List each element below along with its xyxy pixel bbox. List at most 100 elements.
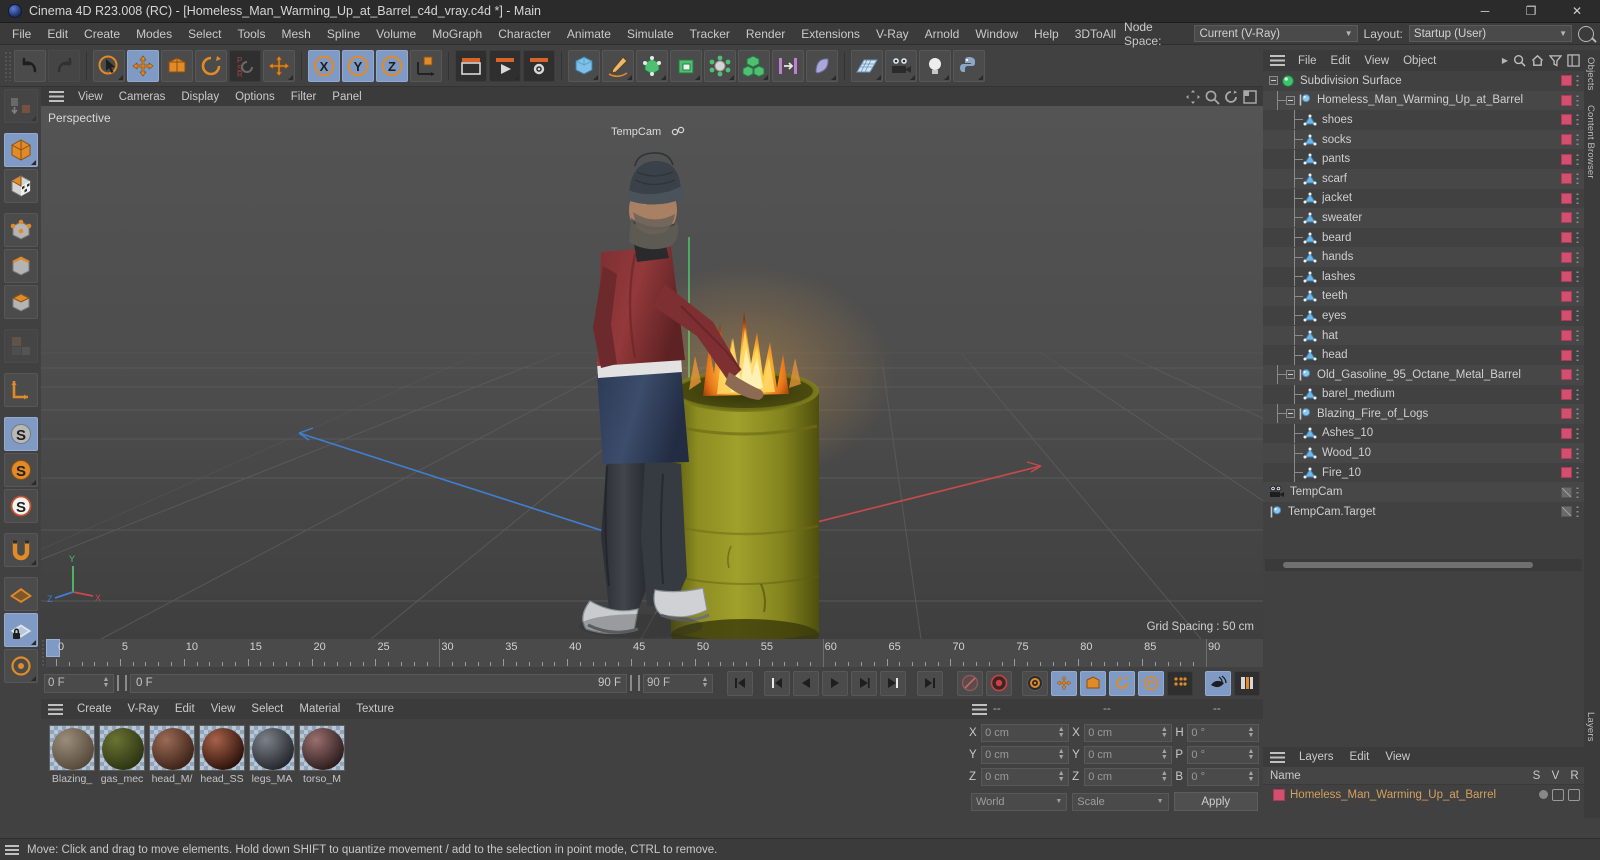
object-tree-row[interactable]: sweater <box>1263 208 1584 228</box>
layer-visible-toggle[interactable] <box>1552 788 1564 801</box>
material-tag[interactable] <box>1561 232 1572 244</box>
edge-mode-button[interactable] <box>3 249 38 283</box>
material-cell[interactable]: head_M/ <box>149 725 195 785</box>
position-field[interactable]: 0 cm ▲ ▼ <box>981 746 1070 764</box>
menu-spline[interactable]: Spline <box>319 24 368 44</box>
viewport-menu-filter[interactable]: Filter <box>283 89 325 105</box>
layer-solo-toggle[interactable] <box>1539 790 1548 799</box>
tree-expander-toggle[interactable] <box>1286 409 1295 419</box>
layer-color-swatch[interactable] <box>1273 788 1285 801</box>
stepper-icon[interactable]: ▲ ▼ <box>1057 748 1065 761</box>
material-tag[interactable] <box>1561 330 1572 342</box>
material-cell[interactable]: torso_M <box>299 725 345 785</box>
object-tree[interactable]: Subdivision Surface Homeless_Man_Warming_… <box>1263 71 1584 557</box>
model-mode-button[interactable] <box>3 133 38 167</box>
rotation-field[interactable]: 0 ° ▲ ▼ <box>1187 746 1259 764</box>
material-thumbnail[interactable] <box>199 725 245 771</box>
render-settings-button[interactable] <box>523 49 555 82</box>
material-menu-vray[interactable]: V-Ray <box>120 701 167 717</box>
array-generator-button[interactable] <box>670 49 702 82</box>
material-menu-icon[interactable] <box>48 703 63 715</box>
material-thumbnail[interactable] <box>249 725 295 771</box>
object-tree-row[interactable]: teeth <box>1263 286 1584 307</box>
undo-button[interactable] <box>14 49 46 82</box>
position-field[interactable]: 0 cm ▲ ▼ <box>981 724 1070 742</box>
material-tag[interactable] <box>1561 408 1572 420</box>
material-tag[interactable] <box>1561 290 1572 302</box>
visibility-dots-icon[interactable] <box>1575 485 1580 499</box>
previous-key-button[interactable] <box>764 670 790 696</box>
object-menu-object[interactable]: Object <box>1396 53 1443 69</box>
visibility-dots-icon[interactable] <box>1575 211 1580 225</box>
pan-view-icon[interactable] <box>1185 89 1201 105</box>
material-tag[interactable] <box>1561 506 1572 518</box>
material-menu-select[interactable]: Select <box>243 701 291 717</box>
preview-end-field[interactable]: 90 F ▲ ▼ <box>643 673 713 693</box>
render-to-picture-viewer-button[interactable] <box>489 49 521 82</box>
redo-button[interactable] <box>48 49 80 82</box>
primitive-cube-button[interactable] <box>568 49 600 82</box>
workplane-options-button[interactable] <box>3 649 38 683</box>
lock-workplane-button[interactable] <box>3 613 38 647</box>
material-tag[interactable] <box>1561 192 1572 204</box>
coordinate-system-select[interactable]: World ▼ <box>971 792 1068 811</box>
stepper-icon[interactable]: ▲ ▼ <box>1057 726 1065 739</box>
stepper-icon[interactable]: ▲ ▼ <box>102 676 110 689</box>
visibility-dots-icon[interactable] <box>1575 505 1580 519</box>
size-field[interactable]: 0 cm ▲ ▼ <box>1084 768 1173 786</box>
world-object-coordinate-button[interactable] <box>410 49 442 82</box>
next-frame-button[interactable] <box>851 670 877 696</box>
light-object-button[interactable] <box>919 49 951 82</box>
timeline-options-button[interactable] <box>1234 670 1260 696</box>
timeline-ruler[interactable]: 0 5 10 15 20 25 30 35 40 45 50 55 60 65 70 75 80 85 90 <box>41 639 1263 667</box>
rotate-view-icon[interactable] <box>1223 89 1239 105</box>
object-tree-row[interactable]: Ashes_10 <box>1263 423 1584 444</box>
menu-tools[interactable]: Tools <box>229 24 273 44</box>
size-field[interactable]: 0 cm ▲ ▼ <box>1084 746 1173 764</box>
right-tab-objects[interactable]: Objects <box>1584 50 1597 98</box>
visibility-dots-icon[interactable] <box>1575 426 1580 440</box>
render-view-button[interactable] <box>455 49 487 82</box>
layer-menu-edit[interactable]: Edit <box>1342 749 1378 765</box>
deformer-button[interactable] <box>704 49 736 82</box>
menu-file[interactable]: File <box>4 24 39 44</box>
material-thumbnail[interactable] <box>99 725 145 771</box>
object-tree-row[interactable]: beard <box>1263 228 1584 248</box>
stepper-icon[interactable]: ▲ ▼ <box>1247 726 1255 739</box>
viewport-menu-view[interactable]: View <box>70 89 111 105</box>
spline-pen-button[interactable] <box>602 49 634 82</box>
material-tag[interactable] <box>1561 251 1572 263</box>
position-key-button[interactable] <box>1051 670 1077 696</box>
layer-row[interactable]: Homeless_Man_Warming_Up_at_Barrel <box>1263 785 1584 804</box>
material-cell[interactable]: head_SS <box>199 725 245 785</box>
material-tag[interactable] <box>1561 369 1572 381</box>
go-to-end-button[interactable] <box>917 670 943 696</box>
menu-3dtoall[interactable]: 3DToAll <box>1067 24 1124 44</box>
visibility-dots-icon[interactable] <box>1575 250 1580 264</box>
polygon-mode-button[interactable] <box>3 285 38 319</box>
menu-simulate[interactable]: Simulate <box>619 24 682 44</box>
timeline-range-bar[interactable]: 0 F 90 F <box>130 673 627 693</box>
menu-help[interactable]: Help <box>1026 24 1067 44</box>
viewport-menu-cameras[interactable]: Cameras <box>111 89 174 105</box>
visibility-dots-icon[interactable] <box>1575 309 1580 323</box>
visibility-dots-icon[interactable] <box>1575 152 1580 166</box>
object-tree-row[interactable]: hands <box>1263 247 1584 267</box>
object-menu-file[interactable]: File <box>1291 53 1324 69</box>
workplane-button[interactable] <box>3 577 38 611</box>
material-menu-view[interactable]: View <box>203 701 244 717</box>
layer-menu-view[interactable]: View <box>1377 749 1418 765</box>
record-active-objects-button[interactable] <box>957 670 983 696</box>
make-editable-button[interactable] <box>3 89 38 123</box>
python-script-button[interactable] <box>953 49 985 82</box>
field-object-button[interactable] <box>806 49 838 82</box>
material-tag[interactable] <box>1561 114 1572 126</box>
object-menu-icon[interactable] <box>1270 55 1285 66</box>
object-tree-row[interactable]: eyes <box>1263 306 1584 326</box>
right-tab-content-browser[interactable]: Content Browser <box>1584 98 1597 186</box>
viewport-menu-panel[interactable]: Panel <box>324 89 369 105</box>
apply-button[interactable]: Apply <box>1173 792 1258 811</box>
magnet-tool-button[interactable] <box>3 533 38 567</box>
material-tag[interactable] <box>1561 94 1572 106</box>
material-tag[interactable] <box>1561 173 1572 185</box>
